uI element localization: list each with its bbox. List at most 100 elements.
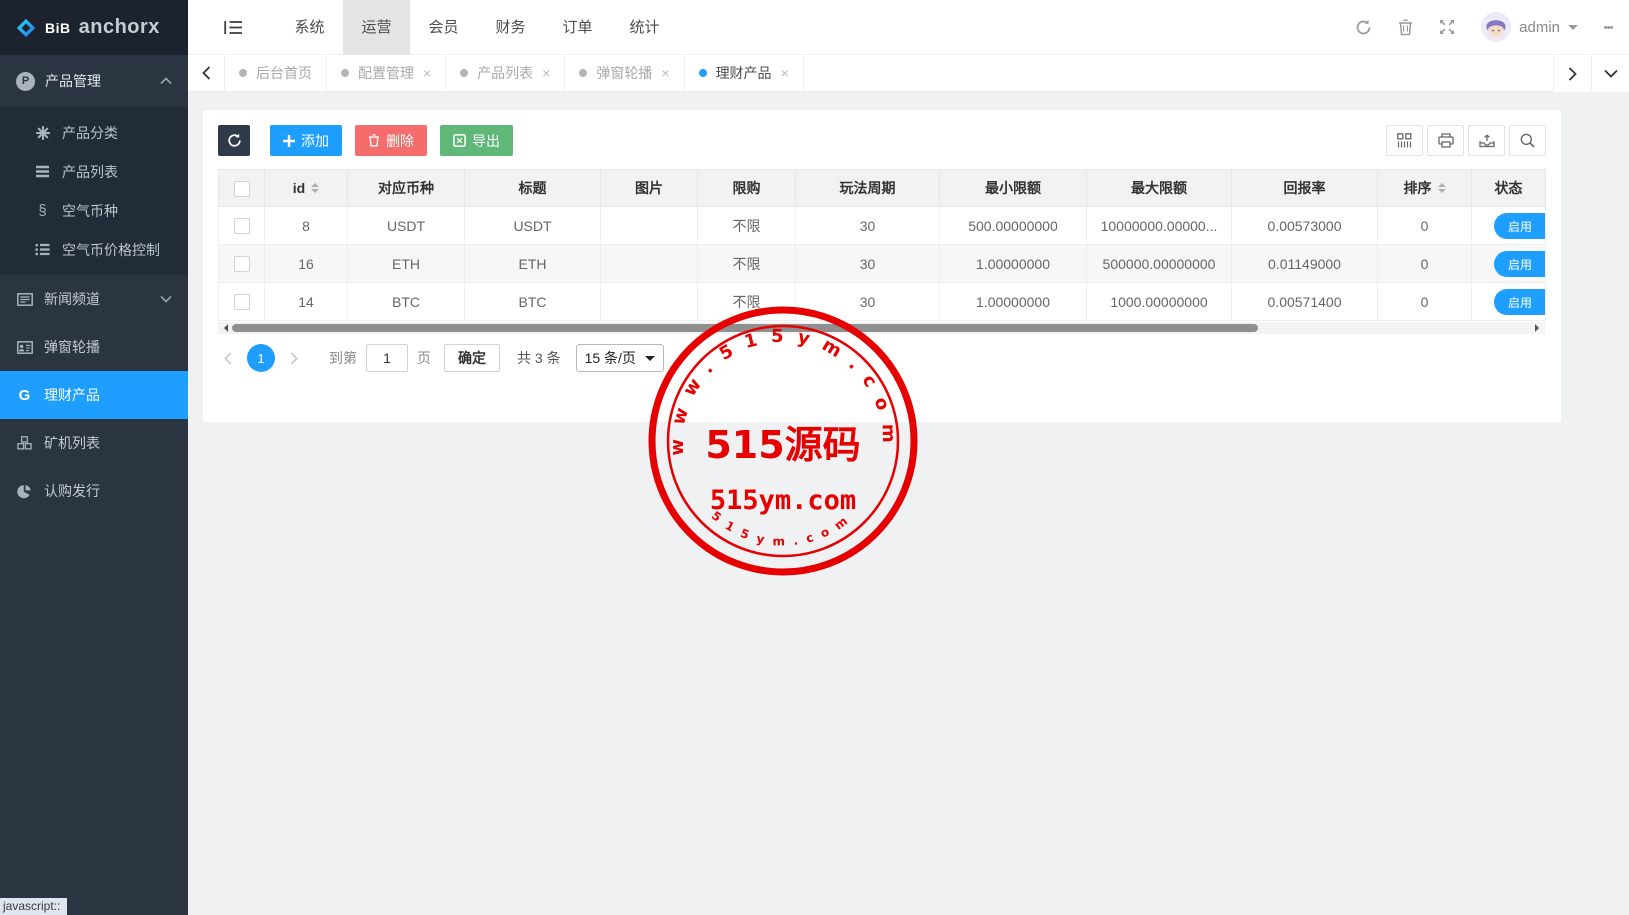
cell-id: 14 xyxy=(265,283,348,321)
tab-config[interactable]: 配置管理 × xyxy=(327,55,446,91)
tab-scroll-right-icon[interactable] xyxy=(1553,55,1591,92)
status-toggle[interactable]: 启用 xyxy=(1494,213,1546,239)
nav-item-statistics[interactable]: 统计 xyxy=(611,0,678,55)
nav-item-finance[interactable]: 财务 xyxy=(477,0,544,55)
refresh-button[interactable] xyxy=(218,125,250,156)
cell-limit: 不限 xyxy=(698,283,796,321)
list-bullets-icon xyxy=(34,243,51,256)
row-checkbox[interactable] xyxy=(234,256,250,272)
page-number-button[interactable]: 1 xyxy=(247,344,275,372)
nav-item-members[interactable]: 会员 xyxy=(410,0,477,55)
cell-status: 启用 xyxy=(1472,245,1546,283)
sidebar-item-popup-carousel[interactable]: 弹窗轮播 xyxy=(0,323,188,371)
file-export-icon xyxy=(453,134,466,147)
sidebar-item-product-list[interactable]: 产品列表 xyxy=(0,152,188,191)
sidebar-item-wealth-products[interactable]: G 理财产品 xyxy=(0,371,188,419)
cell-title: ETH xyxy=(465,245,601,283)
cell-rate: 0.00573000 xyxy=(1232,207,1378,245)
sidebar-item-label: 空气币价格控制 xyxy=(62,240,160,260)
scrollbar-thumb[interactable] xyxy=(232,324,1258,332)
user-menu[interactable]: admin xyxy=(1481,12,1578,42)
nav-item-orders[interactable]: 订单 xyxy=(544,0,611,55)
refresh-icon[interactable] xyxy=(1355,19,1372,36)
sidebar-toggle-icon[interactable] xyxy=(224,20,243,35)
plus-icon xyxy=(283,135,295,147)
sort-icon[interactable] xyxy=(1438,183,1446,193)
nav-item-system[interactable]: 系统 xyxy=(276,0,343,55)
sidebar-section-product-management[interactable]: P 产品管理 xyxy=(0,55,188,107)
top-header: 系统 运营 会员 财务 订单 统计 admin xyxy=(188,0,1629,55)
cell-rate: 0.00571400 xyxy=(1232,283,1378,321)
chevron-up-icon xyxy=(160,77,172,85)
tab-close-icon[interactable]: × xyxy=(781,65,789,81)
tab-label: 配置管理 xyxy=(358,63,414,83)
print-icon[interactable] xyxy=(1427,125,1464,156)
sidebar-item-subscription-issue[interactable]: 认购发行 xyxy=(0,467,188,515)
sidebar-item-product-category[interactable]: 产品分类 xyxy=(0,113,188,152)
fullscreen-icon[interactable] xyxy=(1439,19,1455,35)
export-button[interactable]: 导出 xyxy=(440,125,513,156)
status-toggle[interactable]: 启用 xyxy=(1494,251,1546,277)
table-card: 添加 删除 导出 xyxy=(203,110,1561,422)
tab-popup-carousel[interactable]: 弹窗轮播 × xyxy=(565,55,684,91)
export-data-icon[interactable] xyxy=(1468,125,1505,156)
col-header-title: 标题 xyxy=(465,170,601,207)
tab-scroll-left-icon[interactable] xyxy=(188,55,225,91)
sidebar-item-miner-list[interactable]: 矿机列表 xyxy=(0,419,188,467)
row-checkbox[interactable] xyxy=(234,294,250,310)
page-size-select[interactable]: 15 条/页 xyxy=(576,344,664,372)
delete-button[interactable]: 删除 xyxy=(355,125,427,156)
sidebar-item-label: 产品列表 xyxy=(62,162,118,182)
cell-min: 500.00000000 xyxy=(940,207,1087,245)
add-button[interactable]: 添加 xyxy=(270,125,342,156)
sidebar-item-air-coin[interactable]: § 空气币种 xyxy=(0,191,188,230)
tab-close-icon[interactable]: × xyxy=(423,65,431,81)
more-menu-icon[interactable] xyxy=(1604,24,1613,31)
nav-item-operations[interactable]: 运营 xyxy=(343,0,410,55)
tab-label: 弹窗轮播 xyxy=(596,63,652,83)
tab-dashboard[interactable]: 后台首页 xyxy=(225,55,327,91)
sidebar-item-air-coin-price-control[interactable]: 空气币价格控制 xyxy=(0,230,188,269)
col-header-limit: 限购 xyxy=(698,170,796,207)
cell-image xyxy=(601,283,698,321)
tab-operations xyxy=(1553,55,1629,92)
cell-sort: 0 xyxy=(1378,283,1472,321)
tab-close-icon[interactable]: × xyxy=(542,65,550,81)
col-header-id: id xyxy=(265,170,348,207)
tab-wealth-products[interactable]: 理财产品 × xyxy=(685,55,804,91)
cell-image xyxy=(601,245,698,283)
select-all-checkbox[interactable] xyxy=(234,181,250,197)
tab-menu-chevron-down-icon[interactable] xyxy=(1591,55,1629,92)
id-card-icon xyxy=(16,341,33,354)
confirm-page-button[interactable]: 确定 xyxy=(444,344,500,372)
cell-id: 16 xyxy=(265,245,348,283)
sidebar-item-label: 新闻频道 xyxy=(44,289,100,309)
sidebar: BiB anchorx P 产品管理 产品分类 产品列表 § 空气币种 xyxy=(0,0,188,915)
sort-icon[interactable] xyxy=(311,183,319,193)
sidebar-item-news-channel[interactable]: 新闻频道 xyxy=(0,275,188,323)
prev-page-icon[interactable] xyxy=(218,352,238,365)
select-caret-icon xyxy=(645,356,655,366)
status-toggle[interactable]: 启用 xyxy=(1494,289,1546,315)
tab-close-icon[interactable]: × xyxy=(661,65,669,81)
main-content: 添加 删除 导出 xyxy=(188,92,1629,915)
col-header-min: 最小限额 xyxy=(940,170,1087,207)
cell-status: 启用 xyxy=(1472,283,1546,321)
next-page-icon[interactable] xyxy=(284,352,304,365)
asterisk-icon xyxy=(34,126,51,140)
columns-toggle-icon[interactable] xyxy=(1386,125,1423,156)
scroll-left-arrow-icon[interactable] xyxy=(220,324,228,332)
tab-product-list[interactable]: 产品列表 × xyxy=(446,55,565,91)
search-icon[interactable] xyxy=(1509,125,1546,156)
pagination: 1 到第 页 确定 共 3 条 15 条/页 xyxy=(218,344,1546,372)
trash-icon xyxy=(368,134,380,147)
user-avatar xyxy=(1481,12,1511,42)
scroll-right-arrow-icon[interactable] xyxy=(1535,324,1543,332)
logo-diamond-icon xyxy=(15,17,37,39)
cell-max: 1000.00000000 xyxy=(1087,283,1232,321)
cell-min: 1.00000000 xyxy=(940,245,1087,283)
row-checkbox[interactable] xyxy=(234,218,250,234)
trash-icon[interactable] xyxy=(1398,19,1413,36)
page-input[interactable] xyxy=(366,344,408,372)
header-actions: admin xyxy=(1355,12,1613,42)
